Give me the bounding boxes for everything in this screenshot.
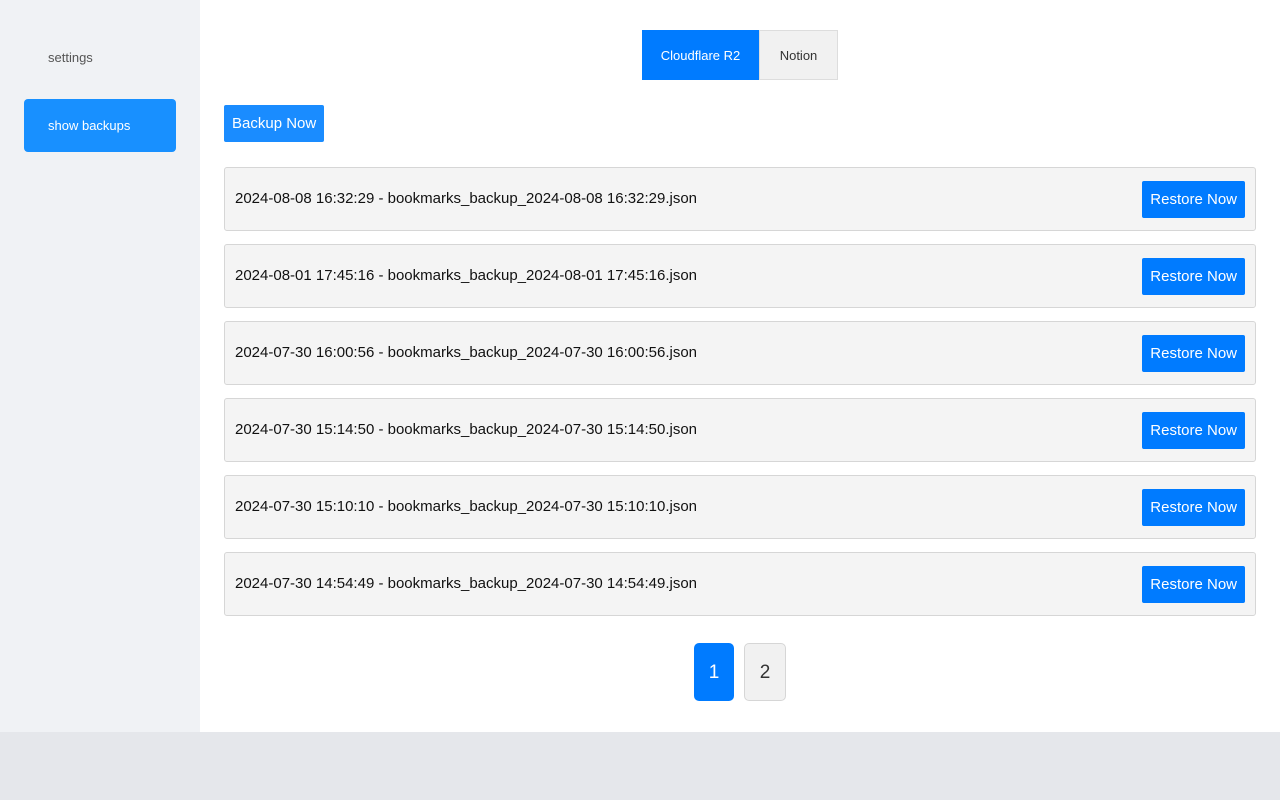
backup-row-text: 2024-08-01 17:45:16 - bookmarks_backup_2… bbox=[235, 267, 697, 284]
backup-row: 2024-08-08 16:32:29 - bookmarks_backup_2… bbox=[224, 167, 1256, 231]
backup-row-text: 2024-08-08 16:32:29 - bookmarks_backup_2… bbox=[235, 190, 697, 207]
restore-now-button[interactable]: Restore Now bbox=[1142, 566, 1245, 603]
app-window: settings show backups Cloudflare R2 Noti… bbox=[0, 0, 1280, 732]
restore-now-button[interactable]: Restore Now bbox=[1142, 181, 1245, 218]
backup-row-text: 2024-07-30 14:54:49 - bookmarks_backup_2… bbox=[235, 575, 697, 592]
backup-row-text: 2024-07-30 16:00:56 - bookmarks_backup_2… bbox=[235, 344, 697, 361]
backup-now-button[interactable]: Backup Now bbox=[224, 105, 325, 142]
tab-notion[interactable]: Notion bbox=[759, 30, 838, 80]
sidebar: settings show backups bbox=[0, 0, 200, 732]
backup-row: 2024-08-01 17:45:16 - bookmarks_backup_2… bbox=[224, 244, 1256, 308]
pagination: 1 2 bbox=[694, 643, 796, 701]
restore-now-button[interactable]: Restore Now bbox=[1142, 412, 1245, 449]
page-button-2[interactable]: 2 bbox=[744, 643, 786, 701]
sidebar-item-settings[interactable]: settings bbox=[24, 39, 176, 76]
backup-list: 2024-08-08 16:32:29 - bookmarks_backup_2… bbox=[224, 167, 1256, 629]
main-content: Cloudflare R2 Notion Backup Now 2024-08-… bbox=[200, 0, 1280, 732]
backup-row-text: 2024-07-30 15:10:10 - bookmarks_backup_2… bbox=[235, 498, 697, 515]
provider-tabs: Cloudflare R2 Notion bbox=[642, 30, 838, 80]
sidebar-item-show-backups[interactable]: show backups bbox=[24, 99, 176, 152]
backup-row-text: 2024-07-30 15:14:50 - bookmarks_backup_2… bbox=[235, 421, 697, 438]
restore-now-button[interactable]: Restore Now bbox=[1142, 489, 1245, 526]
tab-cloudflare-r2[interactable]: Cloudflare R2 bbox=[642, 30, 759, 80]
backup-row: 2024-07-30 14:54:49 - bookmarks_backup_2… bbox=[224, 552, 1256, 616]
backup-row: 2024-07-30 15:10:10 - bookmarks_backup_2… bbox=[224, 475, 1256, 539]
footer-area bbox=[0, 732, 1280, 800]
backup-row: 2024-07-30 15:14:50 - bookmarks_backup_2… bbox=[224, 398, 1256, 462]
backup-row: 2024-07-30 16:00:56 - bookmarks_backup_2… bbox=[224, 321, 1256, 385]
restore-now-button[interactable]: Restore Now bbox=[1142, 258, 1245, 295]
restore-now-button[interactable]: Restore Now bbox=[1142, 335, 1245, 372]
page-button-1[interactable]: 1 bbox=[694, 643, 734, 701]
